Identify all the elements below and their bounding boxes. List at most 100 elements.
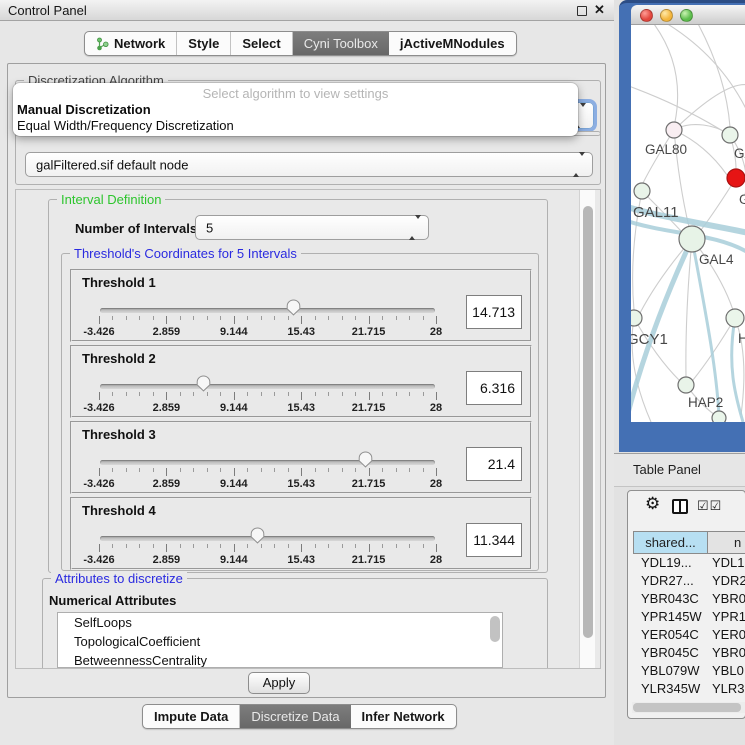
tab-label: Network — [114, 36, 165, 51]
cell-shared-name: YBL079W — [633, 662, 708, 680]
slider-track[interactable] — [100, 460, 435, 465]
close-traffic-light-icon[interactable] — [640, 9, 653, 22]
slider-tick-label: 15.43 — [287, 326, 315, 338]
numerical-attributes-list[interactable]: SelfLoopsTopologicalCoefficientBetweenne… — [57, 612, 503, 668]
slider-tick — [382, 316, 383, 320]
control-panel-title: Control Panel — [8, 3, 87, 18]
slider-tick-label: 28 — [430, 554, 442, 566]
tab-cyni-toolbox[interactable]: Cyni Toolbox — [293, 32, 389, 55]
threshold-value-field[interactable]: 21.4 — [466, 447, 522, 481]
attributes-group-title: Attributes to discretize — [51, 571, 187, 586]
network-node-label: GAL80 — [645, 142, 687, 157]
slider-tick-label: 15.43 — [287, 478, 315, 490]
slider-tick — [153, 392, 154, 396]
slider-tick — [220, 468, 221, 472]
network-node-gcy1[interactable] — [631, 310, 642, 326]
tab-network[interactable]: Network — [85, 32, 177, 55]
slider-track[interactable] — [100, 384, 435, 389]
slider-tick — [126, 544, 127, 548]
slider-tick — [355, 468, 356, 472]
tab-style[interactable]: Style — [177, 32, 231, 55]
network-node-label: H — [738, 331, 745, 346]
slider-tick — [342, 392, 343, 396]
network-node-ga[interactable] — [722, 127, 738, 143]
slider-tick — [180, 468, 181, 472]
slider-tick — [207, 544, 208, 548]
threshold-panel-1: Threshold 1-3.4262.8599.14415.4321.71528… — [70, 269, 532, 342]
slider-tick — [112, 316, 113, 320]
minimize-traffic-light-icon[interactable] — [660, 9, 673, 22]
slider-tick — [99, 392, 100, 400]
horizontal-scrollbar[interactable] — [632, 702, 745, 713]
table-row[interactable]: YBL079WYBL0 — [633, 662, 745, 680]
network-node-gal4[interactable] — [679, 226, 705, 252]
attribute-list-item[interactable]: BetweennessCentrality — [58, 651, 502, 668]
slider-tick — [436, 468, 437, 476]
column-header-name[interactable]: n — [708, 531, 745, 554]
table-row[interactable]: YLR345WYLR3 — [633, 680, 745, 698]
attribute-list-item[interactable]: TopologicalCoefficient — [58, 632, 502, 651]
zoom-traffic-light-icon[interactable] — [680, 9, 693, 22]
table-data-group: Table Data galFiltered.sif default node — [15, 131, 601, 185]
split-view-icon[interactable] — [672, 499, 688, 514]
network-node-g[interactable] — [727, 169, 745, 187]
number-of-intervals-combobox[interactable]: 5 — [195, 215, 429, 240]
slider-tick — [409, 316, 410, 320]
slider-thumb[interactable] — [196, 375, 211, 392]
slider-track[interactable] — [100, 308, 435, 313]
network-edges — [631, 25, 745, 422]
slider-tick — [409, 392, 410, 396]
network-node-h[interactable] — [726, 309, 744, 327]
close-icon[interactable]: ✕ — [594, 2, 605, 18]
network-node-gal11[interactable] — [634, 183, 650, 199]
table-row[interactable]: YBR043CYBR0 — [633, 590, 745, 608]
column-header-shared-name[interactable]: shared... — [633, 531, 708, 554]
dropdown-option-equal-width-frequency[interactable]: Equal Width/Frequency Discretization — [16, 118, 575, 134]
table-data-combobox[interactable]: galFiltered.sif default node — [25, 152, 593, 177]
slider-tick — [99, 544, 100, 552]
slider-thumb[interactable] — [286, 299, 301, 316]
table-row[interactable]: YDR27...YDR2 — [633, 572, 745, 590]
slider-thumb[interactable] — [250, 527, 265, 544]
table-row[interactable]: YDL19...YDL1 — [633, 554, 745, 572]
attribute-list-item[interactable]: SelfLoops — [58, 613, 502, 632]
slider-track[interactable] — [100, 536, 435, 541]
table-data-combobox-value: galFiltered.sif default node — [36, 157, 188, 172]
list-scrollbar-thumb[interactable] — [490, 616, 500, 642]
network-node-hap2[interactable] — [678, 377, 694, 393]
slider-tick — [166, 468, 167, 476]
threshold-value-field[interactable]: 14.713 — [466, 295, 522, 329]
slider-tick — [153, 316, 154, 320]
network-node-gal80[interactable] — [666, 122, 682, 138]
slider-tick — [234, 316, 235, 324]
network-node-label: G — [739, 192, 745, 207]
dropdown-option-manual-discretization[interactable]: Manual Discretization — [16, 102, 575, 118]
combo-stepper-icon — [573, 156, 585, 174]
tab-infer-network[interactable]: Infer Network — [351, 705, 456, 728]
table-row[interactable]: YPR145WYPR1 — [633, 608, 745, 626]
slider-tick — [126, 392, 127, 396]
horizontal-scrollbar-thumb[interactable] — [633, 703, 741, 712]
threshold-value-field[interactable]: 11.344 — [466, 523, 522, 557]
threshold-value-field[interactable]: 6.316 — [466, 371, 522, 405]
slider-tick — [288, 468, 289, 472]
tab-select[interactable]: Select — [231, 32, 292, 55]
tab-jactivemnodules[interactable]: jActiveMNodules — [389, 32, 516, 55]
float-window-icon[interactable] — [577, 6, 587, 16]
table-row[interactable]: YER054CYER0 — [633, 626, 745, 644]
cell-shared-name: YBR045C — [633, 644, 708, 662]
gear-icon[interactable]: ⚙ — [645, 494, 660, 514]
tab-impute-data[interactable]: Impute Data — [143, 705, 240, 728]
column-checkboxes-icon[interactable]: ☑☑ — [697, 498, 722, 514]
network-canvas[interactable]: GAL80GAGGAL11GAL4GCY1HHAP2 — [631, 25, 745, 422]
table-row[interactable]: YBR045CYBR0 — [633, 644, 745, 662]
apply-button[interactable]: Apply — [248, 672, 310, 694]
tab-discretize-data[interactable]: Discretize Data — [240, 705, 350, 728]
slider-tick — [261, 468, 262, 472]
network-node[interactable] — [712, 411, 726, 422]
vertical-scrollbar[interactable] — [579, 190, 595, 668]
slider-thumb[interactable] — [358, 451, 373, 468]
vertical-scrollbar-thumb[interactable] — [583, 206, 593, 638]
slider-tick-label: 21.715 — [352, 554, 386, 566]
slider-tick — [396, 544, 397, 548]
